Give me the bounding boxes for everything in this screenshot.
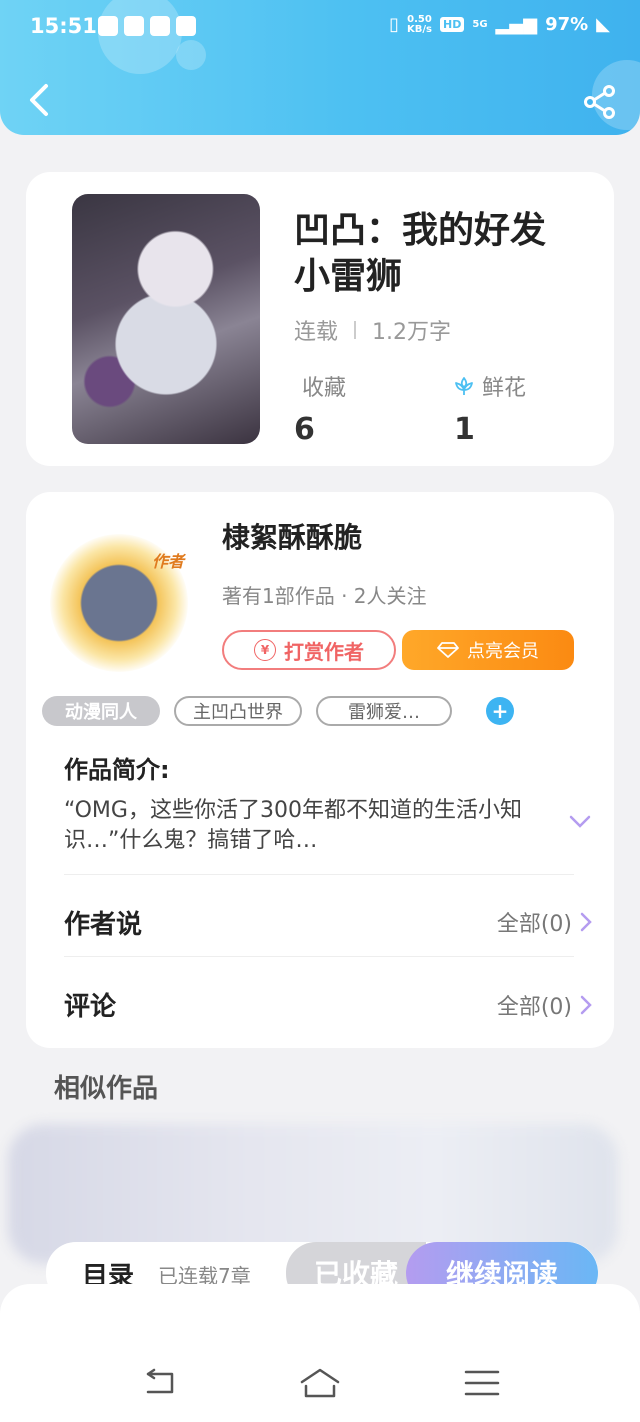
author-says-value: 全部(0) <box>496 912 572 937</box>
comments-label: 评论 <box>64 992 117 1022</box>
nav-menu-icon[interactable] <box>462 1366 502 1400</box>
author-says-label: 作者说 <box>64 910 143 940</box>
status-time: 15:51 <box>30 14 97 38</box>
wifi-icon: ◣ <box>596 14 610 35</box>
author-avatar[interactable]: 作者 <box>50 534 188 672</box>
diamond-icon <box>437 642 459 658</box>
book-status: 连载 <box>294 320 339 345</box>
author-name[interactable]: 棣絮酥酥脆 <box>222 516 362 556</box>
meta-divider <box>354 321 357 339</box>
add-tag-icon[interactable]: + <box>486 697 514 725</box>
vip-button[interactable]: 点亮会员 <box>402 630 574 670</box>
flowers-value: 1 <box>454 412 475 447</box>
status-app-icons <box>98 16 196 36</box>
tag-item[interactable]: 动漫同人 <box>42 696 160 726</box>
tag-list: 动漫同人 主凹凸世界 雷狮爱… + <box>42 696 514 726</box>
vip-label: 点亮会员 <box>467 641 539 662</box>
flowers-label-text: 鲜花 <box>482 376 527 401</box>
author-subtitle: 著有1部作品 · 2人关注 <box>222 584 427 608</box>
chevron-left-icon[interactable] <box>20 80 60 120</box>
nav-home-icon[interactable] <box>300 1366 340 1400</box>
reward-author-label: 打赏作者 <box>284 639 364 664</box>
comments-value: 全部(0) <box>496 995 572 1020</box>
chevron-down-icon[interactable] <box>568 814 592 830</box>
book-meta: 连载 1.2万字 <box>294 314 451 346</box>
book-cover-image[interactable] <box>72 194 260 444</box>
comments-all-link[interactable]: 全部(0) <box>497 989 592 1021</box>
system-nav-bar <box>0 1284 640 1422</box>
book-info-card: 凹凸：我的好发小雷狮 连载 1.2万字 收藏 6 鲜花 1 <box>26 172 614 466</box>
book-title: 凹凸：我的好发小雷狮 <box>294 210 547 297</box>
tag-item[interactable]: 主凹凸世界 <box>174 696 302 726</box>
author-says-all-link[interactable]: 全部(0) <box>497 906 592 938</box>
net-speed-unit: KB/s <box>407 23 433 35</box>
tag-item[interactable]: 雷狮爱… <box>316 696 452 726</box>
yen-icon: ¥ <box>254 639 276 661</box>
battery-text: 97% <box>545 14 589 35</box>
intro-text[interactable]: “OMG，这些你活了300年都不知道的生活小知识…”什么鬼？搞错了哈… <box>64 796 554 856</box>
share-icon[interactable] <box>582 84 618 120</box>
book-word-count: 1.2万字 <box>372 320 452 345</box>
nav-back-icon[interactable] <box>140 1366 180 1400</box>
author-card: 作者 棣絮酥酥脆 著有1部作品 · 2人关注 ¥ 打赏作者 点亮会员 动漫同人 … <box>26 492 614 1048</box>
reward-author-button[interactable]: ¥ 打赏作者 <box>222 630 396 670</box>
signal-icon: ▂▄▆ <box>495 14 538 35</box>
chevron-right-icon <box>580 995 592 1015</box>
divider <box>64 956 574 957</box>
app-notification-icon <box>176 16 196 36</box>
status-bar: 15:51 ▯ 0.50 KB/s HD 5G ▂▄▆ 97% ◣ <box>0 0 640 54</box>
status-right: ▯ 0.50 KB/s HD 5G ▂▄▆ 97% ◣ <box>389 14 610 35</box>
favorites-label-text: 收藏 <box>302 376 347 401</box>
network-type: 5G <box>472 18 488 30</box>
hd-badge: HD <box>440 17 465 32</box>
app-notification-icon <box>98 16 118 36</box>
flowers-label[interactable]: 鲜花 <box>452 370 526 402</box>
net-speed: 0.50 KB/s <box>407 14 433 35</box>
similar-works-title: 相似作品 <box>54 1074 159 1104</box>
top-header: 15:51 ▯ 0.50 KB/s HD 5G ▂▄▆ 97% ◣ <box>0 0 640 135</box>
vibrate-icon: ▯ <box>389 14 400 35</box>
intro-label: 作品简介: <box>64 756 170 784</box>
chevron-right-icon <box>580 912 592 932</box>
app-notification-icon <box>124 16 144 36</box>
author-badge: 作者 <box>151 552 184 571</box>
divider <box>64 874 574 875</box>
favorites-label: 收藏 <box>302 370 346 402</box>
favorites-value: 6 <box>294 412 315 447</box>
app-notification-icon <box>150 16 170 36</box>
flower-icon <box>455 377 473 395</box>
